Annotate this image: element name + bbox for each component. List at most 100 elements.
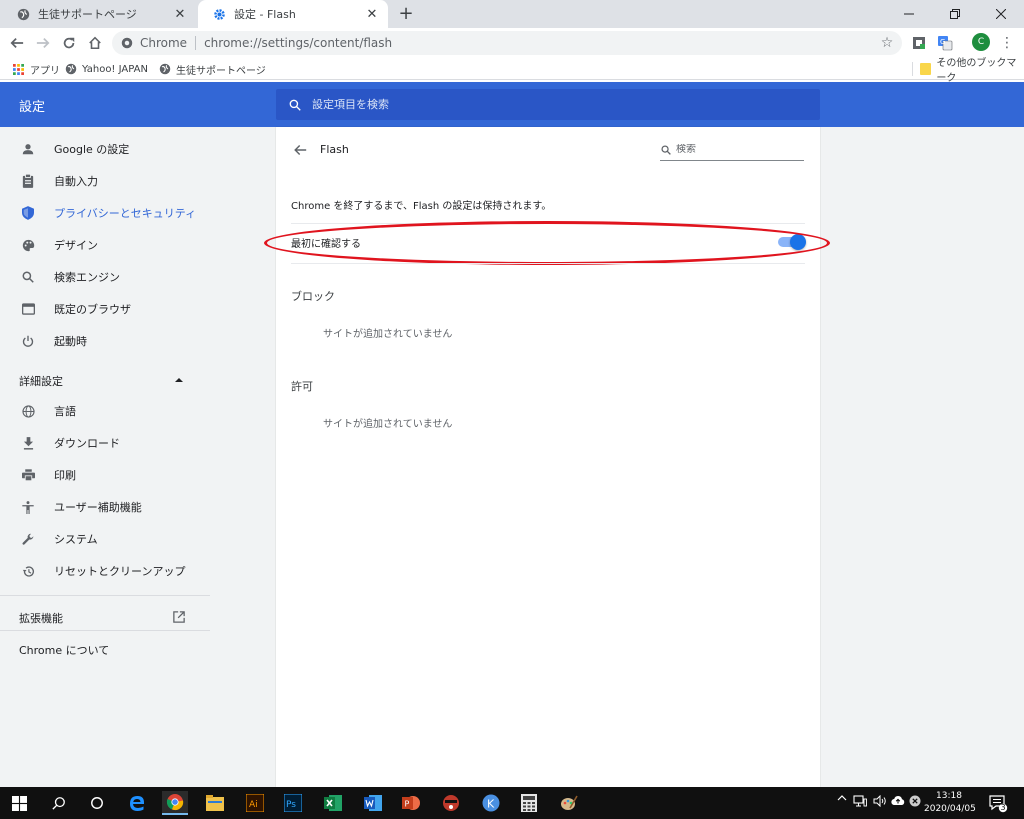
globe-icon [158, 63, 171, 76]
taskbar-illustrator[interactable]: Ai [242, 791, 268, 815]
sidebar-item-downloads[interactable]: ダウンロード [0, 427, 210, 459]
bookmark-star-icon[interactable]: ☆ [878, 34, 896, 52]
minimize-icon [904, 13, 914, 15]
restore-icon [950, 9, 960, 19]
ask-first-toggle[interactable] [776, 234, 806, 250]
allow-empty-message: サイトが追加されていません [323, 419, 453, 430]
action-center-button[interactable]: 3 [988, 793, 1008, 813]
bookmark-label: Yahoo! JAPAN [82, 63, 148, 75]
sidebar-item-system[interactable]: システム [0, 523, 210, 555]
network-icon[interactable] [852, 795, 868, 807]
settings-body: Google の設定 自動入力 プライバシーとセキュリティ デザイン 検索エンジ… [0, 127, 1024, 787]
sidebar-item-reset-cleanup[interactable]: リセットとクリーンアップ [0, 555, 210, 587]
search-icon [660, 144, 672, 156]
row-divider [291, 263, 805, 264]
sidebar-advanced-header[interactable]: 詳細設定 [19, 373, 63, 389]
sidebar-item-extensions[interactable]: 拡張機能 [19, 610, 63, 626]
other-bookmarks-folder[interactable]: その他のブックマーク [920, 58, 1024, 84]
bookmark-apps[interactable]: アプリ [12, 60, 60, 78]
url-text[interactable]: chrome://settings/content/flash [204, 36, 392, 50]
svg-text:Ai: Ai [249, 800, 258, 810]
bookmark-yahoo-japan[interactable]: Yahoo! JAPAN [64, 60, 148, 78]
profile-avatar[interactable]: C [972, 33, 990, 51]
menu-kebab-icon[interactable]: ⋮ [998, 33, 1016, 53]
bookmark-label: アプリ [30, 65, 60, 77]
globe-icon [20, 403, 36, 419]
close-window-button[interactable] [978, 0, 1024, 28]
subpage-search-input[interactable] [676, 144, 796, 155]
chrome-page-icon [120, 36, 134, 50]
taskbar-excel[interactable] [320, 791, 346, 815]
powerpoint-icon: P [402, 796, 420, 810]
start-button[interactable] [6, 791, 32, 815]
forward-button[interactable] [32, 32, 54, 54]
windows-taskbar: Ai Ps P K 13:18 2020/04/05 3 [0, 787, 1024, 819]
settings-search-input[interactable] [312, 98, 792, 111]
address-bar[interactable]: Chrome chrome://settings/content/flash ☆ [112, 31, 902, 55]
sidebar-item-label: ダウンロード [54, 437, 120, 450]
sidebar-item-autofill[interactable]: 自動入力 [0, 165, 210, 197]
taskbar-edge[interactable] [124, 791, 150, 815]
reload-button[interactable] [58, 32, 80, 54]
sidebar-item-about-chrome[interactable]: Chrome について [19, 642, 109, 658]
volume-icon[interactable] [872, 795, 888, 807]
tab-settings-flash[interactable]: 設定 - Flash ✕ [198, 0, 388, 28]
task-view-button[interactable] [84, 791, 110, 815]
sidebar-item-on-startup[interactable]: 起動時 [0, 325, 210, 357]
sidebar-item-google[interactable]: Google の設定 [0, 133, 210, 165]
sidebar-item-languages[interactable]: 言語 [0, 395, 210, 427]
back-arrow-button[interactable] [290, 141, 310, 159]
restore-button[interactable] [932, 0, 978, 28]
sidebar-item-label: ユーザー補助機能 [54, 501, 142, 514]
taskbar-word[interactable] [360, 791, 386, 815]
cloud-upload-icon[interactable] [890, 795, 906, 806]
home-button[interactable] [84, 32, 106, 54]
paint-palette-icon [561, 795, 578, 810]
sidebar-item-label: 検索エンジン [54, 271, 120, 284]
translate-icon[interactable]: G [936, 34, 954, 52]
sidebar-item-label: Google の設定 [54, 143, 130, 156]
sidebar-item-default-browser[interactable]: 既定のブラウザ [0, 293, 210, 325]
taskbar-search-button[interactable] [46, 791, 72, 815]
taskbar-k-app[interactable]: K [478, 791, 504, 815]
flash-description: Chrome を終了するまで、Flash の設定は保持されます。 [291, 201, 552, 212]
sidebar-item-privacy-security[interactable]: プライバシーとセキュリティ [0, 197, 210, 229]
settings-search-box[interactable] [276, 89, 820, 120]
bookmark-student-support[interactable]: 生徒サポートページ [158, 60, 266, 78]
chevron-up-icon[interactable] [836, 795, 848, 801]
close-icon[interactable]: ✕ [364, 6, 380, 22]
sidebar-item-label: システム [54, 533, 98, 546]
sidebar-item-search-engine[interactable]: 検索エンジン [0, 261, 210, 293]
sidebar-item-appearance[interactable]: デザイン [0, 229, 210, 261]
new-tab-button[interactable]: + [396, 4, 416, 24]
taskbar-powerpoint[interactable]: P [398, 791, 424, 815]
sidebar-item-label: リセットとクリーンアップ [54, 565, 186, 578]
extension-puzzle-icon[interactable] [910, 34, 928, 52]
chrome-icon [166, 794, 184, 811]
subpage-search-box[interactable] [660, 139, 804, 161]
subpage-title: Flash [320, 143, 349, 156]
chevron-up-icon[interactable] [174, 375, 184, 385]
taskbar-photoshop[interactable]: Ps [280, 791, 306, 815]
tab-student-support[interactable]: 生徒サポートページ ✕ [2, 0, 196, 28]
taskbar-file-explorer[interactable] [202, 791, 228, 815]
taskbar-app-face[interactable] [438, 791, 464, 815]
sidebar-item-accessibility[interactable]: ユーザー補助機能 [0, 491, 210, 523]
close-circle-icon[interactable] [908, 795, 922, 807]
palette-icon [20, 237, 36, 253]
taskbar-chrome[interactable] [162, 791, 188, 815]
close-icon[interactable]: ✕ [172, 6, 188, 22]
sidebar-divider [0, 630, 210, 631]
svg-text:P: P [405, 800, 410, 809]
open-in-new-icon[interactable] [172, 610, 186, 624]
windows-logo-icon [11, 795, 27, 811]
person-icon [20, 141, 36, 157]
back-button[interactable] [6, 32, 28, 54]
taskbar-paint[interactable] [556, 791, 582, 815]
allow-section-header: 許可 [291, 380, 313, 393]
taskbar-clock[interactable]: 13:18 2020/04/05 [924, 790, 976, 816]
search-icon [52, 797, 65, 810]
sidebar-item-printing[interactable]: 印刷 [0, 459, 210, 491]
taskbar-calculator[interactable] [516, 791, 542, 815]
minimize-button[interactable] [886, 0, 932, 28]
